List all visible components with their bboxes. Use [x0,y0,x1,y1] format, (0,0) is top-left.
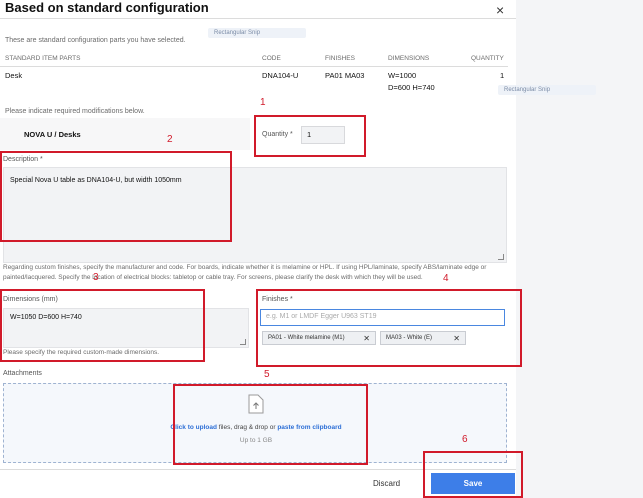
row-finishes: PA01 MA03 [325,71,365,80]
col-header-finishes: FINISHES [325,55,355,62]
annotation-box-1 [254,115,366,157]
annotation-number-4: 4 [443,273,449,284]
ghost-snip-tag: Rectangular Snip [208,28,306,38]
background-strip [516,0,643,498]
discard-button[interactable]: Discard [373,479,400,488]
row-dim-width: W=1000 [388,71,417,80]
custom-finish-note-1: Regarding custom finishes, specify the m… [3,264,487,271]
row-part: Desk [5,71,23,80]
annotation-number-5: 5 [264,369,270,380]
attachments-label: Attachments [3,370,42,377]
row-dim-depth-height: D=600 H=740 [388,83,435,92]
annotation-box-6 [423,451,523,498]
annotation-box-5 [173,384,368,465]
annotation-number-6: 6 [462,434,468,445]
close-icon[interactable]: × [496,2,504,18]
annotation-box-3 [0,289,205,362]
col-header-dimensions: DIMENSIONS [388,55,430,62]
dialog-title: Based on standard configuration [5,0,209,15]
annotation-box-4 [256,289,522,367]
resize-handle-icon[interactable] [498,254,504,260]
col-header-code: CODE [262,55,281,62]
col-header-quantity: QUANTITY [471,55,504,62]
ghost-snip-tag-2: Rectangular Snip [498,85,596,95]
annotation-number-2: 2 [167,134,173,145]
resize-handle-icon[interactable] [240,339,246,345]
annotation-number-1: 1 [260,97,266,108]
table-divider [0,66,508,67]
row-quantity: 1 [500,71,505,80]
row-code: DNA104-U [262,71,299,80]
col-header-parts: STANDARD ITEM PARTS [5,55,81,62]
custom-finish-note-2: painted/lacquered. Specify the location … [3,274,423,281]
product-name: NOVA U / Desks [24,130,81,139]
header-divider [0,18,516,19]
modifications-instruction: Please indicate required modifications b… [5,108,145,115]
annotation-box-2 [0,151,232,242]
annotation-number-3: 3 [93,272,99,283]
intro-text: These are standard configuration parts y… [5,37,186,44]
